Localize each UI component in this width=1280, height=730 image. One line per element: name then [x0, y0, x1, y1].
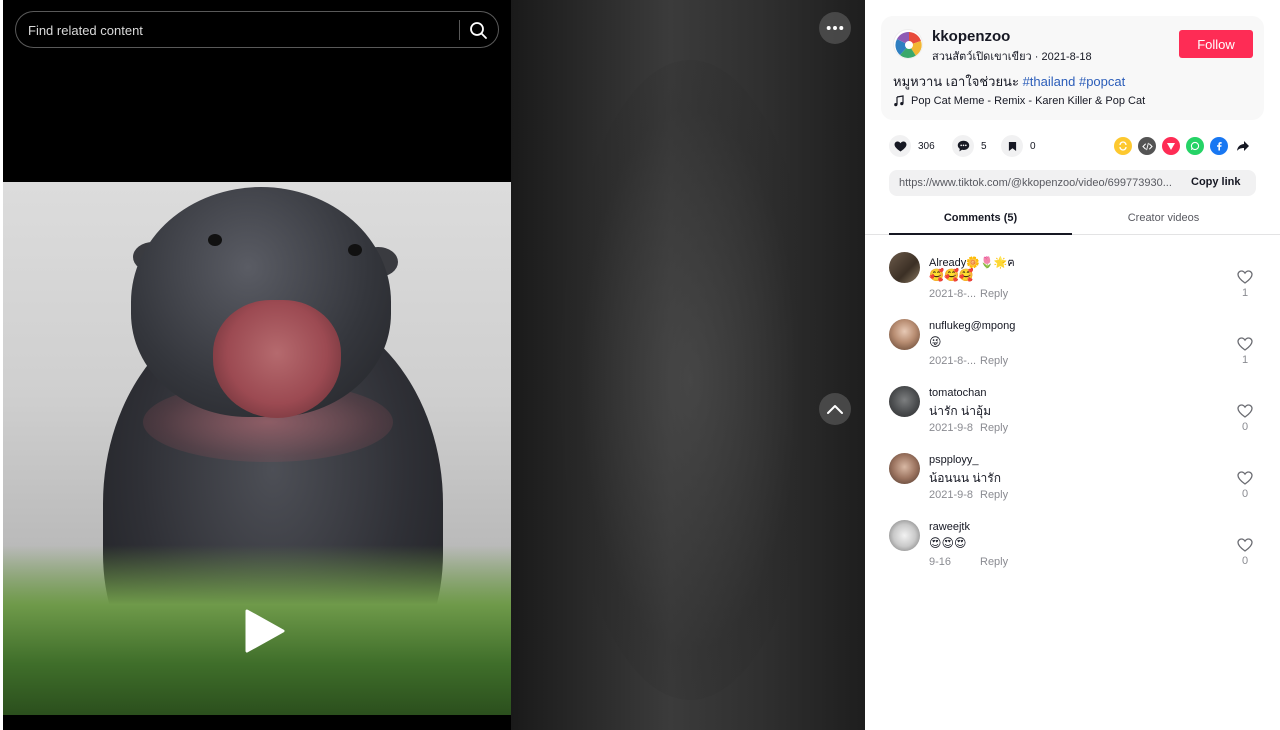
more-icon	[826, 26, 844, 30]
comment-item: nuflukeg@mpong 😜 2021-8-... Reply 1	[889, 317, 1269, 377]
follow-button[interactable]: Follow	[1179, 30, 1253, 58]
hippo-mouth	[213, 300, 341, 418]
commenter-name[interactable]: raweejtk	[929, 521, 970, 533]
chevron-up-icon	[827, 405, 843, 414]
reply-button[interactable]: Reply	[980, 422, 1008, 434]
comment-date: 2021-8-...	[929, 355, 977, 367]
music-note-icon	[894, 95, 904, 107]
tab-bar: Comments (5) Creator videos	[865, 205, 1280, 235]
commenter-avatar[interactable]	[889, 386, 920, 417]
tab-comments[interactable]: Comments (5)	[889, 205, 1072, 235]
comment-like-count: 1	[1241, 287, 1249, 299]
comment-like-count: 0	[1241, 488, 1249, 500]
hashtag-thailand[interactable]: #thailand	[1023, 74, 1076, 89]
heart-outline-icon[interactable]	[1237, 404, 1253, 420]
commenter-name[interactable]: pspployy_	[929, 454, 979, 466]
comment-item: raweejtk 😍😍😍 9-16 Reply 0	[889, 518, 1269, 578]
whatsapp-icon[interactable]	[1186, 137, 1204, 155]
commenter-avatar[interactable]	[889, 252, 920, 283]
more-options-button[interactable]	[819, 12, 851, 44]
author-card: kkopenzoo สวนสัตว์เปิดเขาเขียว · 2021-8-…	[881, 16, 1264, 120]
author-display-name: สวนสัตว์เปิดเขาเขียว	[932, 51, 1032, 63]
heart-outline-icon[interactable]	[1237, 337, 1253, 353]
reply-button[interactable]: Reply	[980, 288, 1008, 300]
comment-text: 😜	[929, 335, 942, 349]
heart-outline-icon[interactable]	[1237, 270, 1253, 286]
search-icon[interactable]	[468, 20, 488, 40]
heart-outline-icon[interactable]	[1237, 471, 1253, 487]
hippo-eye-right	[348, 244, 362, 256]
comment-text: 😍😍😍	[929, 536, 967, 550]
like-count: 306	[918, 140, 935, 152]
caption-text: หมูหวาน เอาใจช่วยนะ	[893, 74, 1019, 89]
comment-stat[interactable]: 5	[952, 134, 987, 158]
commenter-name[interactable]: nuflukeg@mpong	[929, 320, 1015, 332]
copy-link-button[interactable]: Copy link	[1191, 176, 1241, 188]
send-to-friends-icon[interactable]	[1162, 137, 1180, 155]
comment-like-count: 0	[1241, 555, 1249, 567]
heart-icon[interactable]	[889, 135, 911, 157]
comment-text: น่ารัก น่าอุ้ม	[929, 404, 992, 418]
search-input[interactable]	[28, 20, 448, 40]
tab-creator-videos[interactable]: Creator videos	[1072, 205, 1255, 235]
comment-date: 2021-8-...	[929, 288, 977, 300]
video-player[interactable]	[3, 0, 511, 730]
embed-icon[interactable]	[1138, 137, 1156, 155]
comment-item: Already🌼🌷🌟ฅ 🥰🥰🥰 2021-8-... Reply 1	[889, 250, 1269, 310]
link-box: https://www.tiktok.com/@kkopenzoo/video/…	[889, 170, 1256, 196]
music-title: Pop Cat Meme - Remix - Karen Killer & Po…	[911, 95, 1146, 107]
author-username[interactable]: kkopenzoo	[932, 28, 1010, 45]
commenter-name[interactable]: tomatochan	[929, 387, 986, 399]
video-blurred-shape	[560, 60, 820, 700]
reply-button[interactable]: Reply	[980, 556, 1008, 568]
comment-item: tomatochan น่ารัก น่าอุ้ม 2021-9-8 Reply…	[889, 384, 1269, 444]
music-link[interactable]: Pop Cat Meme - Remix - Karen Killer & Po…	[893, 95, 1145, 107]
details-panel: kkopenzoo สวนสัตว์เปิดเขาเขียว · 2021-8-…	[865, 0, 1280, 730]
video-area	[0, 0, 865, 730]
save-count: 0	[1030, 140, 1036, 152]
comment-like-count: 0	[1241, 421, 1249, 433]
comment-date: 9-16	[929, 556, 952, 568]
post-date: 2021-8-18	[1041, 51, 1092, 63]
author-subline: สวนสัตว์เปิดเขาเขียว · 2021-8-18	[932, 47, 1092, 65]
commenter-avatar[interactable]	[889, 520, 920, 551]
reply-button[interactable]: Reply	[980, 355, 1008, 367]
post-caption: หมูหวาน เอาใจช่วยนะ #thailand #popcat	[893, 71, 1125, 92]
save-stat[interactable]: 0	[1001, 134, 1036, 158]
like-stat[interactable]: 306	[889, 134, 935, 158]
heart-outline-icon[interactable]	[1237, 538, 1253, 554]
author-avatar[interactable]	[893, 29, 923, 59]
previous-video-button[interactable]	[819, 393, 851, 425]
comment-like-count: 1	[1241, 354, 1249, 366]
video-url[interactable]: https://www.tiktok.com/@kkopenzoo/video/…	[899, 177, 1181, 189]
comment-item: pspployy_ น้อนนน น่ารัก 2021-9-8 Reply 0	[889, 451, 1269, 511]
commenter-avatar[interactable]	[889, 453, 920, 484]
comment-date: 2021-9-8	[929, 489, 974, 501]
commenter-avatar[interactable]	[889, 319, 920, 350]
facebook-icon[interactable]	[1210, 137, 1228, 155]
play-icon[interactable]	[241, 607, 289, 655]
hashtag-popcat[interactable]: #popcat	[1079, 74, 1125, 89]
comment-text: 🥰🥰🥰	[929, 268, 974, 282]
repost-icon[interactable]	[1114, 137, 1132, 155]
comment-icon[interactable]	[952, 135, 974, 157]
comment-text: น้อนนน น่ารัก	[929, 471, 1002, 485]
share-icons	[1114, 137, 1258, 155]
share-arrow-icon[interactable]	[1234, 137, 1252, 155]
reply-button[interactable]: Reply	[980, 489, 1008, 501]
hippo-eye-left	[208, 234, 222, 246]
engagement-stats: 306 5 0	[889, 134, 1269, 158]
search-divider	[459, 20, 460, 40]
bookmark-icon[interactable]	[1001, 135, 1023, 157]
search-bar[interactable]	[15, 11, 499, 48]
comment-count: 5	[981, 140, 987, 152]
comment-date: 2021-9-8	[929, 422, 974, 434]
video-thumbnail[interactable]	[3, 182, 511, 715]
